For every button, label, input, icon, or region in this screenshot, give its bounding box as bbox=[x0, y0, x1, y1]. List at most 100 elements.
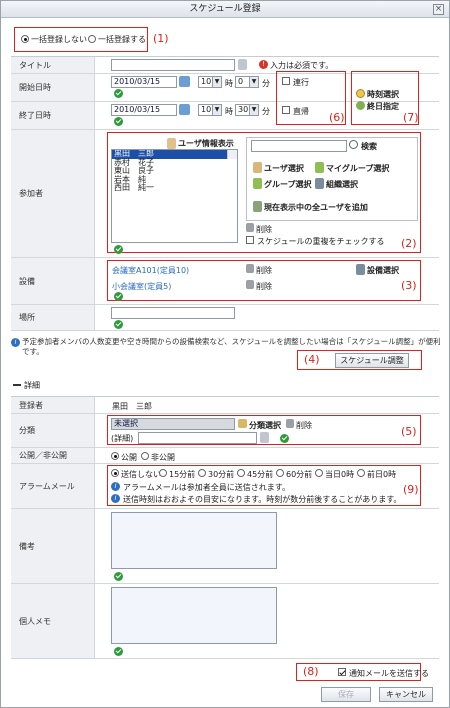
equipment-select-link[interactable]: 設備選択 bbox=[367, 265, 399, 276]
add-all-users-link[interactable]: 現在表示中の全ユーザを追加 bbox=[264, 202, 368, 213]
close-button[interactable]: × bbox=[433, 4, 444, 15]
row-visibility bbox=[11, 448, 439, 464]
clock-icon bbox=[356, 89, 365, 98]
start-date-input[interactable]: 2010/03/15 bbox=[111, 76, 177, 88]
callout-4: (4) bbox=[304, 353, 320, 366]
trash-icon[interactable] bbox=[246, 280, 254, 289]
start-minute-unit: 分 bbox=[262, 79, 270, 88]
participant-delete-link[interactable]: 削除 bbox=[256, 224, 272, 235]
category-detail-input[interactable] bbox=[138, 432, 257, 444]
equipment-delete-2[interactable]: 削除 bbox=[256, 281, 272, 292]
end-minute-select[interactable]: 30 ▼ bbox=[235, 104, 259, 116]
list-scrollbar[interactable] bbox=[227, 150, 237, 159]
equipment-ok-icon bbox=[114, 292, 123, 301]
tag-icon bbox=[238, 419, 247, 428]
participant-list[interactable]: 黒田 三郎 赤村 花子 東山 良子 岩本 純 西田 純一 bbox=[111, 149, 238, 243]
registrant-value: 黒田 三郎 bbox=[112, 402, 152, 411]
alarm-radio-5[interactable] bbox=[315, 469, 323, 477]
memo-ok-icon bbox=[114, 647, 123, 656]
cancel-button[interactable]: キャンセル bbox=[379, 687, 433, 702]
save-button[interactable]: 保存 bbox=[321, 687, 371, 702]
category-select-link[interactable]: 分類選択 bbox=[249, 420, 281, 431]
alarm-label-0: 送信しない bbox=[121, 470, 161, 479]
callout-5: (5) bbox=[401, 425, 417, 438]
trash-icon[interactable] bbox=[286, 419, 294, 428]
alarm-radio-3[interactable] bbox=[237, 469, 245, 477]
schedule-adjust-button[interactable]: スケジュール調整 bbox=[335, 353, 409, 368]
category-delete-link[interactable]: 削除 bbox=[296, 420, 312, 431]
alarm-note-2: 送信時刻はおおよその目安になります。時刻が数分前後することがあります。 bbox=[123, 495, 402, 504]
equipment-item-1[interactable]: 会議室A101(定員10) bbox=[112, 265, 189, 276]
search-icon[interactable] bbox=[349, 140, 358, 149]
end-hour-value: 10 bbox=[201, 105, 212, 114]
title-input[interactable] bbox=[111, 59, 235, 71]
equipment-item-2[interactable]: 小会議室(定員5) bbox=[112, 281, 171, 292]
chevron-down-icon: ▼ bbox=[212, 105, 221, 115]
calendar-icon[interactable] bbox=[179, 76, 190, 87]
dropdown-icon[interactable] bbox=[260, 432, 269, 443]
time-select-link[interactable]: 時刻選択 bbox=[367, 89, 399, 100]
dialog-titlebar: スケジュール登録 × bbox=[1, 1, 449, 18]
alarm-label-3: 45分前 bbox=[247, 470, 274, 479]
alarm-note-1: アラームメールは参加者全員に送信されます。 bbox=[123, 483, 290, 492]
user-select-link[interactable]: ユーザ選択 bbox=[264, 163, 304, 174]
org-icon bbox=[315, 178, 324, 189]
search-button[interactable]: 検索 bbox=[361, 141, 377, 152]
category-input[interactable]: 未選択 bbox=[111, 418, 235, 430]
memo-textarea[interactable] bbox=[111, 587, 277, 644]
required-message: 入力は必須です。 bbox=[270, 61, 334, 70]
callout-3: (3) bbox=[401, 279, 417, 292]
public-radio[interactable] bbox=[111, 452, 119, 460]
end-hour-select[interactable]: 10 ▼ bbox=[198, 104, 222, 116]
start-minute-select[interactable]: 0 ▼ bbox=[235, 76, 259, 88]
notify-checkbox[interactable] bbox=[338, 668, 346, 676]
bulk-yes-radio[interactable] bbox=[88, 35, 96, 43]
trash-icon[interactable] bbox=[246, 223, 254, 232]
user-search-input[interactable] bbox=[251, 140, 347, 152]
alarm-radio-6[interactable] bbox=[357, 469, 365, 477]
alarm-label-4: 60分前 bbox=[286, 470, 313, 479]
alarm-label-6: 前日0時 bbox=[367, 470, 397, 479]
direct-go-checkbox[interactable] bbox=[282, 77, 290, 85]
alarm-radio-4[interactable] bbox=[276, 469, 284, 477]
info-icon: i bbox=[111, 482, 120, 491]
equipment-icon bbox=[356, 264, 365, 275]
callout-1: (1) bbox=[153, 32, 169, 45]
alarm-label-1: 15分前 bbox=[169, 470, 196, 479]
overlap-checkbox[interactable] bbox=[246, 236, 254, 244]
alarm-radio-2[interactable] bbox=[198, 469, 206, 477]
callout-2: (2) bbox=[401, 237, 417, 250]
calendar-icon[interactable] bbox=[179, 104, 190, 115]
details-header[interactable]: 詳細 bbox=[24, 380, 40, 391]
mygroup-icon bbox=[315, 162, 324, 173]
title-dropdown-icon[interactable] bbox=[238, 59, 247, 70]
user-info-link[interactable]: ユーザ情報表示 bbox=[178, 138, 234, 149]
overlap-label: スケジュールの重複をチェックする bbox=[257, 237, 385, 246]
end-date-input[interactable]: 2010/03/15 bbox=[111, 104, 177, 116]
mygroup-select-link[interactable]: マイグループ選択 bbox=[326, 163, 389, 174]
alarm-radio-1[interactable] bbox=[159, 469, 167, 477]
chevron-down-icon: ▼ bbox=[249, 77, 258, 87]
start-hour-select[interactable]: 10 ▼ bbox=[198, 76, 222, 88]
org-select-link[interactable]: 組織選択 bbox=[326, 179, 358, 190]
start-hour-unit: 時 bbox=[225, 79, 233, 88]
required-error-icon: ! bbox=[259, 60, 268, 69]
end-minute-value: 30 bbox=[238, 105, 249, 114]
direct-return-checkbox[interactable] bbox=[282, 106, 290, 114]
notify-label: 通知メールを送信する bbox=[349, 669, 429, 678]
all-day-link[interactable]: 終日指定 bbox=[367, 101, 399, 112]
group-icon bbox=[253, 178, 262, 189]
collapse-icon[interactable] bbox=[13, 384, 21, 386]
place-input[interactable] bbox=[111, 307, 235, 319]
list-item[interactable]: 西田 純一 bbox=[112, 183, 237, 193]
alarm-radio-0[interactable] bbox=[111, 469, 119, 477]
bulk-no-label: 一括登録しない bbox=[31, 35, 87, 44]
private-radio[interactable] bbox=[141, 452, 149, 460]
equipment-delete-1[interactable]: 削除 bbox=[256, 265, 272, 276]
category-ok-icon bbox=[280, 434, 289, 443]
trash-icon[interactable] bbox=[246, 264, 254, 273]
remarks-textarea[interactable] bbox=[111, 512, 277, 569]
group-select-link[interactable]: グループ選択 bbox=[264, 179, 312, 190]
callout-6: (6) bbox=[329, 111, 345, 124]
bulk-no-radio[interactable] bbox=[21, 35, 29, 43]
